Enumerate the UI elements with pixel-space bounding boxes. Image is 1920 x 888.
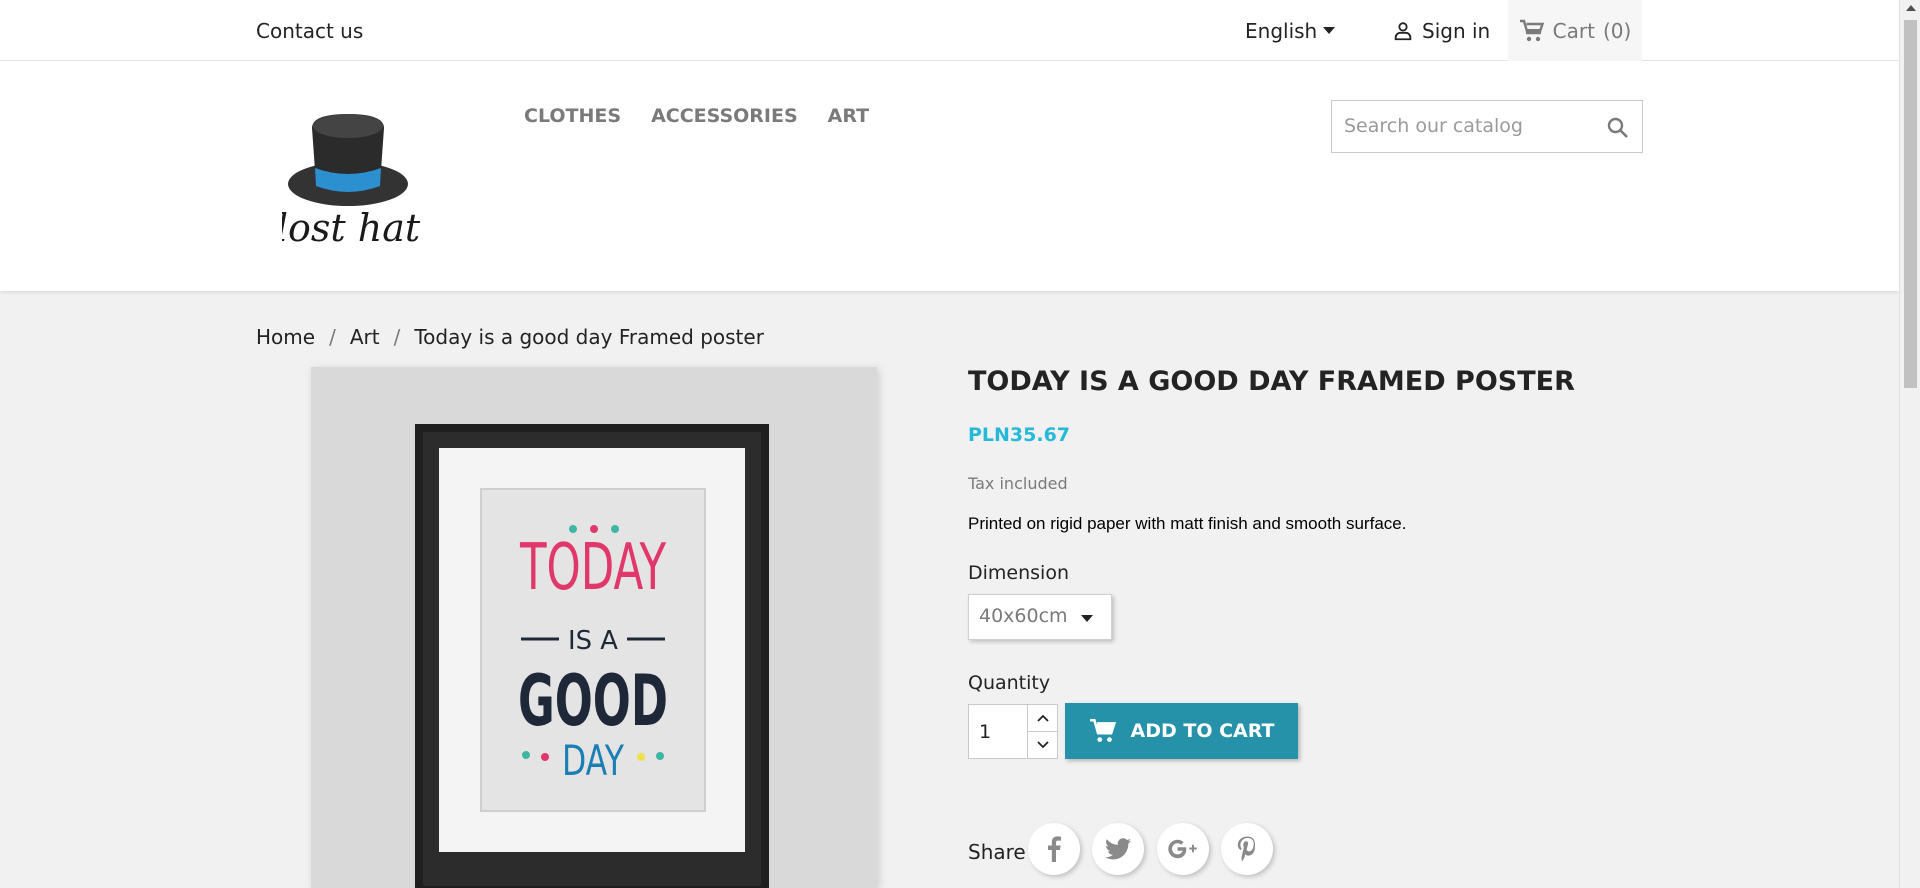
- product-image[interactable]: TODAY IS A GOOD DAY: [311, 367, 877, 888]
- breadcrumb-home[interactable]: Home: [256, 325, 315, 349]
- logo-text: lost hat: [282, 206, 421, 246]
- share-facebook-button[interactable]: [1028, 823, 1080, 875]
- search-box: [1331, 100, 1643, 153]
- quantity-increase-button[interactable]: [1027, 704, 1058, 732]
- cart-count: (0): [1602, 18, 1632, 43]
- quantity-input[interactable]: [968, 704, 1028, 759]
- share-googleplus-button[interactable]: [1157, 823, 1209, 875]
- product-price: PLN35.67: [968, 424, 1071, 446]
- cart-icon: [1089, 718, 1116, 742]
- scroll-up-arrow-icon[interactable]: [1906, 5, 1916, 11]
- share-pinterest-button[interactable]: [1221, 823, 1273, 875]
- quantity-stepper: [968, 704, 1058, 759]
- sign-in-link[interactable]: Sign in: [1392, 19, 1490, 43]
- sign-in-label: Sign in: [1422, 19, 1491, 43]
- product-title: TODAY IS A GOOD DAY FRAMED POSTER: [968, 366, 1575, 397]
- framed-poster-image: TODAY IS A GOOD DAY: [415, 424, 769, 888]
- google-plus-icon: [1168, 839, 1197, 859]
- top-bar: Contact us English Sign in Cart (0): [0, 0, 1899, 61]
- search-input[interactable]: [1344, 111, 1594, 141]
- quantity-label: Quantity: [968, 672, 1051, 694]
- twitter-icon: [1105, 838, 1131, 860]
- poster-line-1: TODAY: [519, 531, 666, 605]
- language-selector[interactable]: English: [1245, 19, 1336, 43]
- cart-icon: [1519, 19, 1544, 41]
- add-to-cart-label: ADD TO CART: [1130, 720, 1275, 742]
- nav-item-art[interactable]: ART: [828, 105, 869, 127]
- nav-item-accessories[interactable]: ACCESSORIES: [651, 105, 798, 127]
- share-label: Share: [968, 840, 1026, 864]
- search-icon[interactable]: [1606, 116, 1630, 140]
- scrollbar-thumb[interactable]: [1904, 20, 1917, 388]
- page-scrollbar[interactable]: [1899, 0, 1920, 888]
- cart-label: Cart: [1552, 18, 1595, 43]
- facebook-icon: [1048, 836, 1061, 862]
- product-description: Printed on rigid paper with matt finish …: [968, 514, 1407, 533]
- chevron-up-icon: [1036, 714, 1049, 722]
- breadcrumb: Home / Art / Today is a good day Framed …: [256, 325, 764, 349]
- nav-item-clothes[interactable]: CLOTHES: [524, 105, 621, 127]
- chevron-down-icon: [1036, 741, 1049, 749]
- pinterest-icon: [1237, 836, 1256, 862]
- poster-line-2: IS A: [568, 626, 618, 656]
- dimension-select[interactable]: 40x60cm: [968, 594, 1112, 640]
- site-header: lost hat CLOTHES ACCESSORIES ART: [0, 61, 1899, 291]
- cart-link[interactable]: Cart (0): [1508, 0, 1642, 61]
- caret-down-icon: [1323, 27, 1336, 34]
- language-label: English: [1245, 19, 1318, 43]
- dimension-label: Dimension: [968, 562, 1069, 584]
- poster-line-3: GOOD: [518, 660, 668, 742]
- user-icon: [1394, 22, 1412, 41]
- main-nav: CLOTHES ACCESSORIES ART: [524, 105, 869, 127]
- dimension-value: 40x60cm: [979, 605, 1068, 627]
- caret-down-icon: [1081, 615, 1093, 622]
- contact-us-link[interactable]: Contact us: [256, 19, 363, 43]
- breadcrumb-separator: /: [329, 325, 336, 349]
- quantity-decrease-button[interactable]: [1027, 731, 1058, 759]
- breadcrumb-current: Today is a good day Framed poster: [414, 325, 764, 349]
- poster-line-4: DAY: [562, 736, 624, 785]
- share-twitter-button[interactable]: [1092, 823, 1144, 875]
- tax-note: Tax included: [968, 474, 1068, 493]
- add-to-cart-button[interactable]: ADD TO CART: [1065, 703, 1298, 759]
- top-hat-logo-icon: lost hat: [276, 114, 421, 250]
- breadcrumb-separator: /: [393, 325, 401, 349]
- logo[interactable]: lost hat: [276, 106, 432, 250]
- breadcrumb-art[interactable]: Art: [350, 325, 380, 349]
